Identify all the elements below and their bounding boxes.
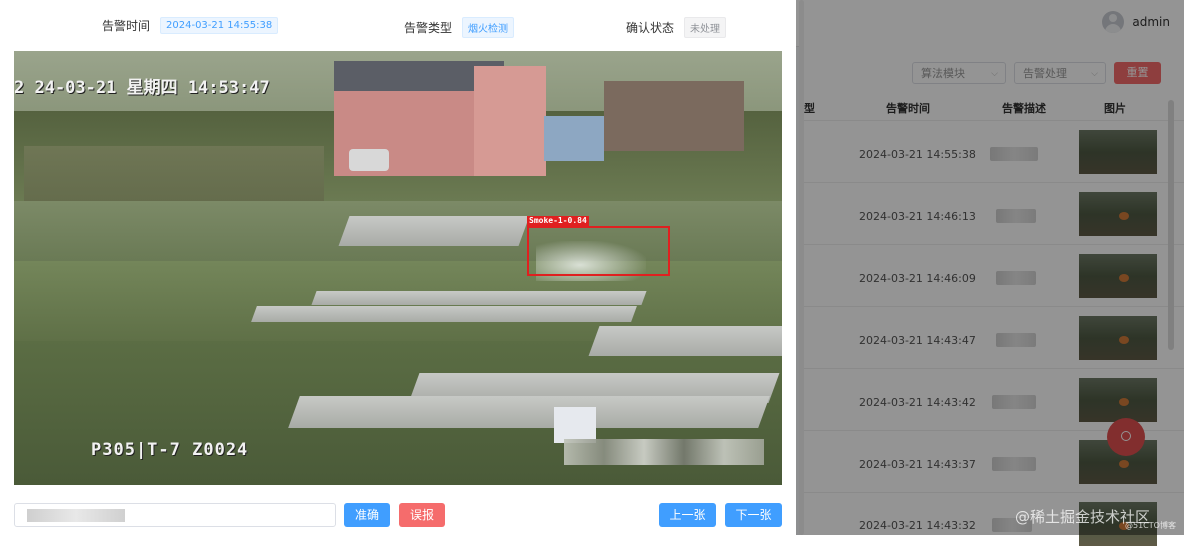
false-alarm-button[interactable]: 误报 [399,503,445,527]
alarm-type-tag: 烟火检测 [462,17,515,38]
alarm-type-field: 告警类型 烟火检测 [404,17,515,38]
scene-tent [554,407,596,443]
alarm-time-label: 告警时间 [102,19,151,33]
prev-button[interactable]: 上一张 [659,503,716,527]
alarm-detail-dialog: 告警时间 2024-03-21 14:55:38 告警类型 烟火检测 确认状态 … [0,0,796,535]
blurred-text [27,509,125,522]
alarm-time-tag: 2024-03-21 14:55:38 [160,17,279,34]
watermark-sub: @51CTO博客 [1125,521,1176,530]
scene-paddy [588,326,782,356]
scene-building [604,81,744,151]
accurate-button[interactable]: 准确 [344,503,390,527]
confirm-status-field: 确认状态 未处理 [626,17,727,38]
scene-building [474,66,546,176]
osd-datetime: 2 24-03-21 星期四 14:53:47 [14,78,270,98]
scene-shed [544,116,604,161]
scene-paddy [251,306,637,322]
remark-input[interactable] [14,503,336,527]
confirm-status-tag: 未处理 [684,17,727,38]
scene-paddy [288,396,770,428]
alarm-time-field: 告警时间 2024-03-21 14:55:38 [102,17,279,34]
scene-paddy [311,291,647,305]
scene-paddy [338,216,530,246]
detection-label: Smoke-1-0.84 [527,216,589,226]
dialog-scrollbar[interactable] [799,0,804,535]
next-button[interactable]: 下一张 [725,503,782,527]
osd-channel: P305|T-7 Z0024 [91,440,249,460]
scene-van [349,149,389,171]
mosaic-area [564,439,764,465]
camera-snapshot: Smoke-1-0.84 2 24-03-21 星期四 14:53:47 P30… [14,51,782,485]
confirm-status-label: 确认状态 [626,21,675,35]
alarm-type-label: 告警类型 [404,21,453,35]
detection-box [527,226,670,276]
